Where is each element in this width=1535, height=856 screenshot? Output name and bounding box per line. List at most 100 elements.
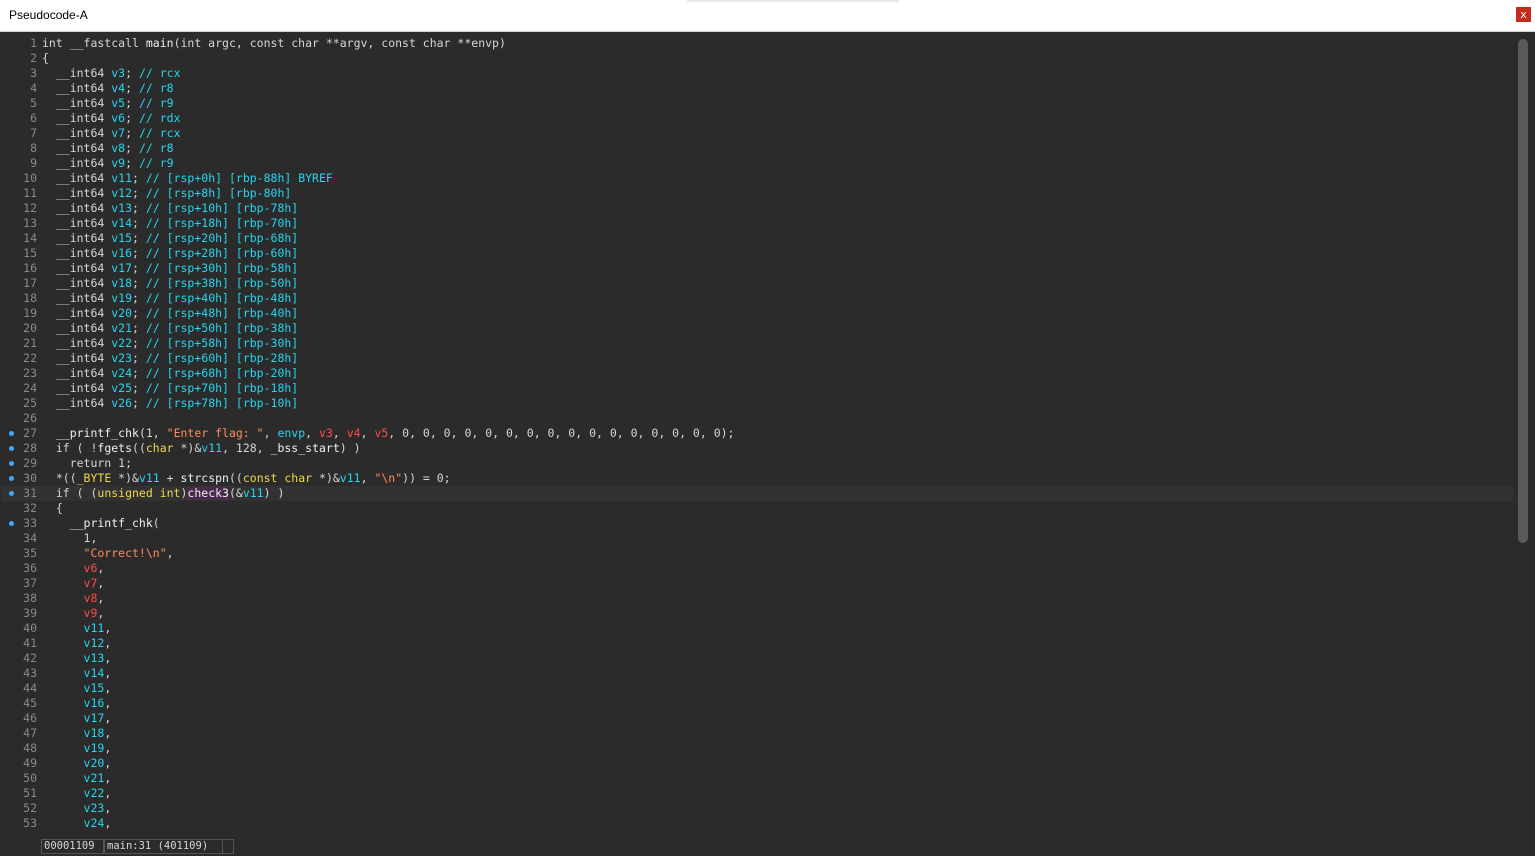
code-text[interactable]: v18, <box>42 726 112 741</box>
code-text[interactable]: __int64 v21; // [rsp+50h] [rbp-38h] <box>42 321 298 336</box>
code-token[interactable]: v6 <box>111 111 125 125</box>
code-token[interactable]: // [rsp+18h] [rbp-70h] <box>146 216 298 230</box>
code-token[interactable]: v16 <box>111 246 132 260</box>
code-text[interactable]: __int64 v16; // [rsp+28h] [rbp-60h] <box>42 246 298 261</box>
breakpoint-dot-icon[interactable] <box>9 461 14 466</box>
code-line[interactable]: 48 v19, <box>1 741 1513 756</box>
scrollbar-thumb[interactable] <box>1518 39 1528 543</box>
code-text[interactable]: v12, <box>42 636 112 651</box>
code-token[interactable]: v4 <box>111 81 125 95</box>
code-token[interactable]: *(( <box>42 471 77 485</box>
code-token[interactable]: // r9 <box>139 96 174 110</box>
code-token[interactable]: , 0, 0, 0, 0, 0, 0, 0, 0, 0, 0, 0, 0, 0,… <box>388 426 734 440</box>
code-token[interactable]: __int64 <box>42 336 111 350</box>
code-token[interactable]: // [rsp+8h] [rbp-80h] <box>146 186 291 200</box>
code-token[interactable]: v26 <box>111 396 132 410</box>
code-token[interactable]: *)& <box>111 471 139 485</box>
code-line[interactable]: 7 __int64 v7; // rcx <box>1 126 1513 141</box>
code-token[interactable]: // r9 <box>139 156 174 170</box>
code-token[interactable]: __int64 <box>42 201 111 215</box>
code-line[interactable]: 16 __int64 v17; // [rsp+30h] [rbp-58h] <box>1 261 1513 276</box>
code-token[interactable]: v7 <box>111 126 125 140</box>
code-text[interactable]: v22, <box>42 786 112 801</box>
code-text[interactable]: __printf_chk( <box>42 516 160 531</box>
code-token[interactable]: ( <box>153 516 160 530</box>
code-token[interactable]: v11 <box>243 486 264 500</box>
code-text[interactable]: 1, <box>42 531 98 546</box>
code-token[interactable]: // [rsp+0h] [rbp-88h] BYREF <box>146 171 333 185</box>
code-token[interactable]: ; <box>125 81 139 95</box>
code-text[interactable]: { <box>42 501 63 516</box>
code-token[interactable]: v13 <box>42 651 105 665</box>
code-line[interactable]: 21 __int64 v22; // [rsp+58h] [rbp-30h] <box>1 336 1513 351</box>
code-token[interactable]: "Enter flag: " <box>167 426 264 440</box>
code-text[interactable]: v23, <box>42 801 112 816</box>
code-line[interactable]: 49 v20, <box>1 756 1513 771</box>
code-line[interactable]: 32 { <box>1 501 1513 516</box>
code-text[interactable]: "Correct!\n", <box>42 546 174 561</box>
code-token[interactable]: ; <box>132 351 146 365</box>
code-token[interactable]: __int64 <box>42 141 111 155</box>
code-token[interactable]: main <box>146 36 174 50</box>
code-token[interactable]: , <box>361 426 375 440</box>
vertical-scrollbar[interactable] <box>1513 33 1533 835</box>
code-text[interactable]: __int64 v14; // [rsp+18h] [rbp-70h] <box>42 216 298 231</box>
code-token[interactable]: *)& <box>312 471 340 485</box>
code-token[interactable]: ; <box>132 246 146 260</box>
code-text[interactable]: __int64 v20; // [rsp+48h] [rbp-40h] <box>42 306 298 321</box>
code-token[interactable]: , <box>104 621 111 635</box>
code-token[interactable]: v11 <box>201 441 222 455</box>
code-line[interactable]: 25 __int64 v26; // [rsp+78h] [rbp-10h] <box>1 396 1513 411</box>
code-token[interactable]: v8 <box>111 141 125 155</box>
code-token[interactable]: , <box>104 651 111 665</box>
code-text[interactable]: __int64 v19; // [rsp+40h] [rbp-48h] <box>42 291 298 306</box>
code-token[interactable]: __int64 <box>42 111 111 125</box>
pseudocode-editor[interactable]: 1 int __fastcall main(int argc, const cha… <box>1 33 1533 835</box>
code-token[interactable]: __int64 <box>42 216 111 230</box>
code-token[interactable]: // rcx <box>139 126 181 140</box>
code-token[interactable]: , <box>305 426 319 440</box>
code-token[interactable]: // [rsp+70h] [rbp-18h] <box>146 381 298 395</box>
code-token[interactable]: // r8 <box>139 141 174 155</box>
code-line[interactable]: 40 v11, <box>1 621 1513 636</box>
code-text[interactable]: __int64 v8; // r8 <box>42 141 174 156</box>
code-text[interactable]: v19, <box>42 741 112 756</box>
breakpoint-dot-icon[interactable] <box>9 476 14 481</box>
code-text[interactable]: v21, <box>42 771 112 786</box>
code-text[interactable]: v7, <box>42 576 105 591</box>
code-token[interactable]: v20 <box>42 756 105 770</box>
code-token[interactable]: "Correct!\n" <box>42 546 167 560</box>
code-token[interactable]: v14 <box>42 666 105 680</box>
code-text[interactable]: v6, <box>42 561 105 576</box>
code-token[interactable]: // r8 <box>139 81 174 95</box>
code-token[interactable]: v11 <box>111 171 132 185</box>
code-token[interactable]: __int64 <box>42 396 111 410</box>
code-token[interactable]: ; <box>132 381 146 395</box>
code-text[interactable]: v11, <box>42 621 112 636</box>
code-token[interactable]: , <box>167 546 174 560</box>
code-token[interactable]: // [rsp+38h] [rbp-50h] <box>146 276 298 290</box>
code-token[interactable]: v24 <box>111 366 132 380</box>
code-token[interactable]: v22 <box>111 336 132 350</box>
code-token[interactable]: ; <box>132 216 146 230</box>
code-token[interactable]: __printf_chk <box>42 516 153 530</box>
code-text[interactable]: __int64 v13; // [rsp+10h] [rbp-78h] <box>42 201 298 216</box>
code-token[interactable]: , <box>104 636 111 650</box>
close-button[interactable]: x <box>1516 7 1531 22</box>
code-line[interactable]: 33 __printf_chk( <box>1 516 1513 531</box>
code-text[interactable]: v8, <box>42 591 105 606</box>
code-token[interactable]: ; <box>132 186 146 200</box>
code-token[interactable]: __int64 <box>42 306 111 320</box>
code-token[interactable]: __int64 <box>42 66 111 80</box>
code-token[interactable]: // [rsp+78h] [rbp-10h] <box>146 396 298 410</box>
code-line[interactable]: 29 return 1; <box>1 456 1513 471</box>
code-token[interactable]: __int64 <box>42 231 111 245</box>
code-line[interactable]: 44 v15, <box>1 681 1513 696</box>
code-token[interactable]: , <box>104 816 111 830</box>
code-token[interactable]: , <box>333 426 347 440</box>
code-text[interactable]: __printf_chk(1, "Enter flag: ", envp, v3… <box>42 426 735 441</box>
code-token[interactable]: __int64 <box>42 321 111 335</box>
code-token[interactable]: v24 <box>42 816 105 830</box>
code-token[interactable]: v17 <box>111 261 132 275</box>
code-line[interactable]: 28 if ( !fgets((char *)&v11, 128, _bss_s… <box>1 441 1513 456</box>
